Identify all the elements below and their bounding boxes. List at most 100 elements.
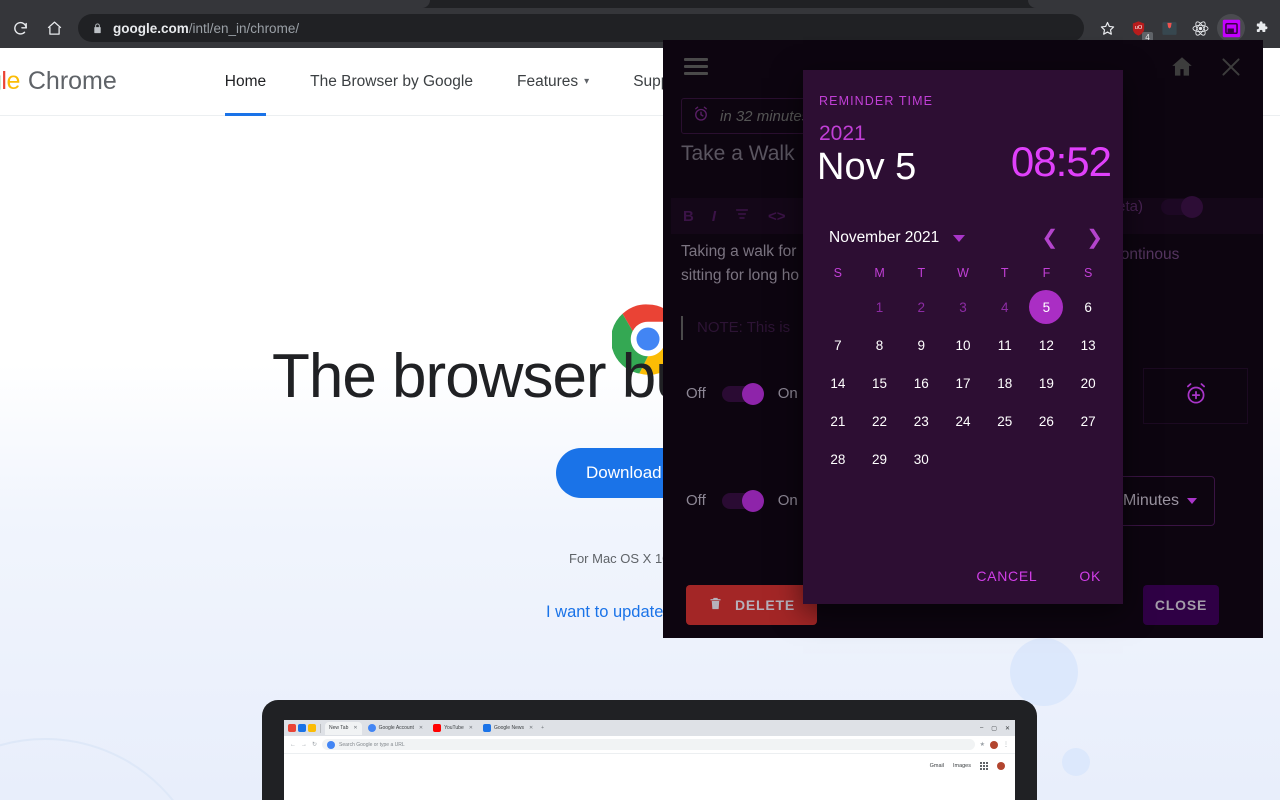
close-icon[interactable]: ✕ — [469, 725, 473, 731]
calendar-day-label: 14 — [830, 375, 846, 391]
mockup-tab-google-news[interactable]: Google News ✕ — [479, 722, 537, 735]
calendar-day-18[interactable]: 18 — [984, 364, 1026, 402]
calendar-month-year[interactable]: November 2021 — [829, 229, 939, 247]
pocket-extension-icon[interactable] — [1155, 14, 1183, 42]
calendar-day-11[interactable]: 11 — [984, 326, 1026, 364]
star-icon[interactable]: ★ — [980, 741, 985, 748]
calendar-day-8[interactable]: 8 — [859, 326, 901, 364]
minutes-unit-select[interactable]: Minutes — [1110, 476, 1215, 526]
update-chrome-link[interactable]: I want to update — [546, 603, 663, 622]
extensions-puzzle-icon[interactable] — [1248, 14, 1276, 42]
calendar-day-19[interactable]: 19 — [1026, 364, 1068, 402]
close-icon[interactable] — [1218, 54, 1244, 85]
delete-button[interactable]: DELETE — [686, 585, 818, 625]
mockup-tab-new-tab[interactable]: New Tab ✕ — [325, 721, 362, 735]
reload-icon[interactable]: ↻ — [312, 741, 317, 748]
mockup-link-images[interactable]: Images — [953, 763, 971, 769]
url-path: /intl/en_in/chrome/ — [188, 20, 300, 36]
calendar-day-label: 6 — [1084, 299, 1092, 315]
react-devtools-extension-icon[interactable] — [1186, 14, 1214, 42]
reload-icon[interactable] — [6, 14, 34, 42]
more-menu-icon[interactable]: ⋮ — [1003, 741, 1009, 748]
cancel-button[interactable]: CANCEL — [964, 560, 1049, 592]
picker-section-label: REMINDER TIME — [819, 94, 934, 108]
apps-grid-icon[interactable] — [980, 762, 988, 770]
browser-tab-other[interactable] — [1028, 0, 1280, 8]
calendar-day-20[interactable]: 20 — [1067, 364, 1109, 402]
mockup-omnibox[interactable]: Search Google or type a URL — [322, 739, 975, 750]
calendar-day-25[interactable]: 25 — [984, 402, 1026, 440]
alarm-add-card[interactable] — [1143, 368, 1248, 424]
mockup-tab-youtube[interactable]: YouTube ✕ — [429, 722, 477, 735]
avatar[interactable] — [990, 740, 998, 749]
italic-icon[interactable]: I — [712, 208, 716, 225]
calendar-day-27[interactable]: 27 — [1067, 402, 1109, 440]
calendar-day-13[interactable]: 13 — [1067, 326, 1109, 364]
omnibox[interactable]: google.com/intl/en_in/chrome/ — [78, 14, 1084, 42]
calendar-day-blank — [817, 288, 859, 326]
calendar-day-10[interactable]: 10 — [942, 326, 984, 364]
calendar-day-16[interactable]: 16 — [900, 364, 942, 402]
calendar-day-14[interactable]: 14 — [817, 364, 859, 402]
nav-item-browser-by-google[interactable]: The Browser by Google — [288, 48, 495, 116]
calendar-day-23[interactable]: 23 — [900, 402, 942, 440]
close-icon[interactable]: ✕ — [419, 725, 423, 731]
mockup-tab-google-account[interactable]: Google Account ✕ — [364, 722, 428, 735]
calendar-dow-4: T — [1000, 266, 1009, 280]
ok-button[interactable]: OK — [1067, 560, 1113, 592]
calendar-day-21[interactable]: 21 — [817, 402, 859, 440]
picker-selected-date[interactable]: Nov 5 — [817, 146, 916, 189]
mockup-favicon-google — [367, 724, 376, 732]
hamburger-menu-icon[interactable] — [684, 58, 708, 79]
beta-toggle[interactable] — [1161, 196, 1204, 219]
reminder-extension-icon[interactable] — [1217, 14, 1245, 42]
mockup-favicon-blue — [298, 724, 306, 732]
calendar-day-22[interactable]: 22 — [859, 402, 901, 440]
reminder-title[interactable]: Take a Walk — [681, 142, 795, 166]
url-domain: google.com — [113, 20, 189, 36]
home-icon[interactable] — [1169, 54, 1195, 85]
calendar-day-17[interactable]: 17 — [942, 364, 984, 402]
bold-icon[interactable]: B — [683, 208, 694, 225]
chevron-left-icon[interactable]: ❮ — [1041, 228, 1058, 248]
calendar-day-5[interactable]: 5 — [1026, 288, 1068, 326]
calendar-day-28[interactable]: 28 — [817, 440, 859, 478]
calendar-day-7[interactable]: 7 — [817, 326, 859, 364]
mockup-link-gmail[interactable]: Gmail — [930, 763, 944, 769]
calendar-day-9[interactable]: 9 — [900, 326, 942, 364]
calendar-day-30[interactable]: 30 — [900, 440, 942, 478]
strikethrough-icon[interactable] — [734, 206, 750, 226]
star-icon[interactable] — [1093, 14, 1121, 42]
window-close-icon[interactable]: ✕ — [1005, 725, 1010, 732]
close-icon[interactable]: ✕ — [529, 725, 533, 731]
calendar-dow-3: W — [957, 266, 969, 280]
avatar[interactable] — [997, 762, 1005, 770]
ublock-origin-extension-icon[interactable]: uO 4 — [1124, 14, 1153, 43]
calendar-day-6[interactable]: 6 — [1067, 288, 1109, 326]
reminder-toggle-1[interactable] — [721, 382, 764, 405]
picker-year[interactable]: 2021 — [819, 122, 866, 146]
forward-icon[interactable]: → — [301, 742, 307, 748]
close-button[interactable]: CLOSE — [1143, 585, 1219, 625]
nav-item-features[interactable]: Features ▾ — [495, 48, 611, 116]
home-icon[interactable] — [40, 14, 68, 42]
chevron-down-icon[interactable] — [953, 234, 966, 242]
window-maximize-icon[interactable]: ▢ — [991, 725, 997, 732]
picker-selected-time[interactable]: 08:52 — [1011, 138, 1112, 186]
mockup-new-tab-button[interactable]: + — [541, 725, 544, 731]
chevron-right-icon[interactable]: ❯ — [1086, 228, 1103, 248]
code-icon[interactable]: <> — [768, 208, 786, 225]
browser-tab-active[interactable] — [0, 0, 430, 8]
calendar-day-29[interactable]: 29 — [859, 440, 901, 478]
calendar-day-24[interactable]: 24 — [942, 402, 984, 440]
chrome-brand-logo[interactable]: gle Chrome — [0, 67, 117, 96]
mockup-tab-youtube-label: YouTube — [444, 725, 464, 731]
window-minimize-icon[interactable]: – — [980, 725, 983, 732]
nav-item-home[interactable]: Home — [203, 48, 288, 116]
back-icon[interactable]: ← — [290, 742, 296, 748]
reminder-toggle-2[interactable] — [721, 489, 764, 512]
calendar-day-26[interactable]: 26 — [1026, 402, 1068, 440]
calendar-day-15[interactable]: 15 — [859, 364, 901, 402]
calendar-day-12[interactable]: 12 — [1026, 326, 1068, 364]
close-icon[interactable]: ✕ — [353, 725, 357, 731]
